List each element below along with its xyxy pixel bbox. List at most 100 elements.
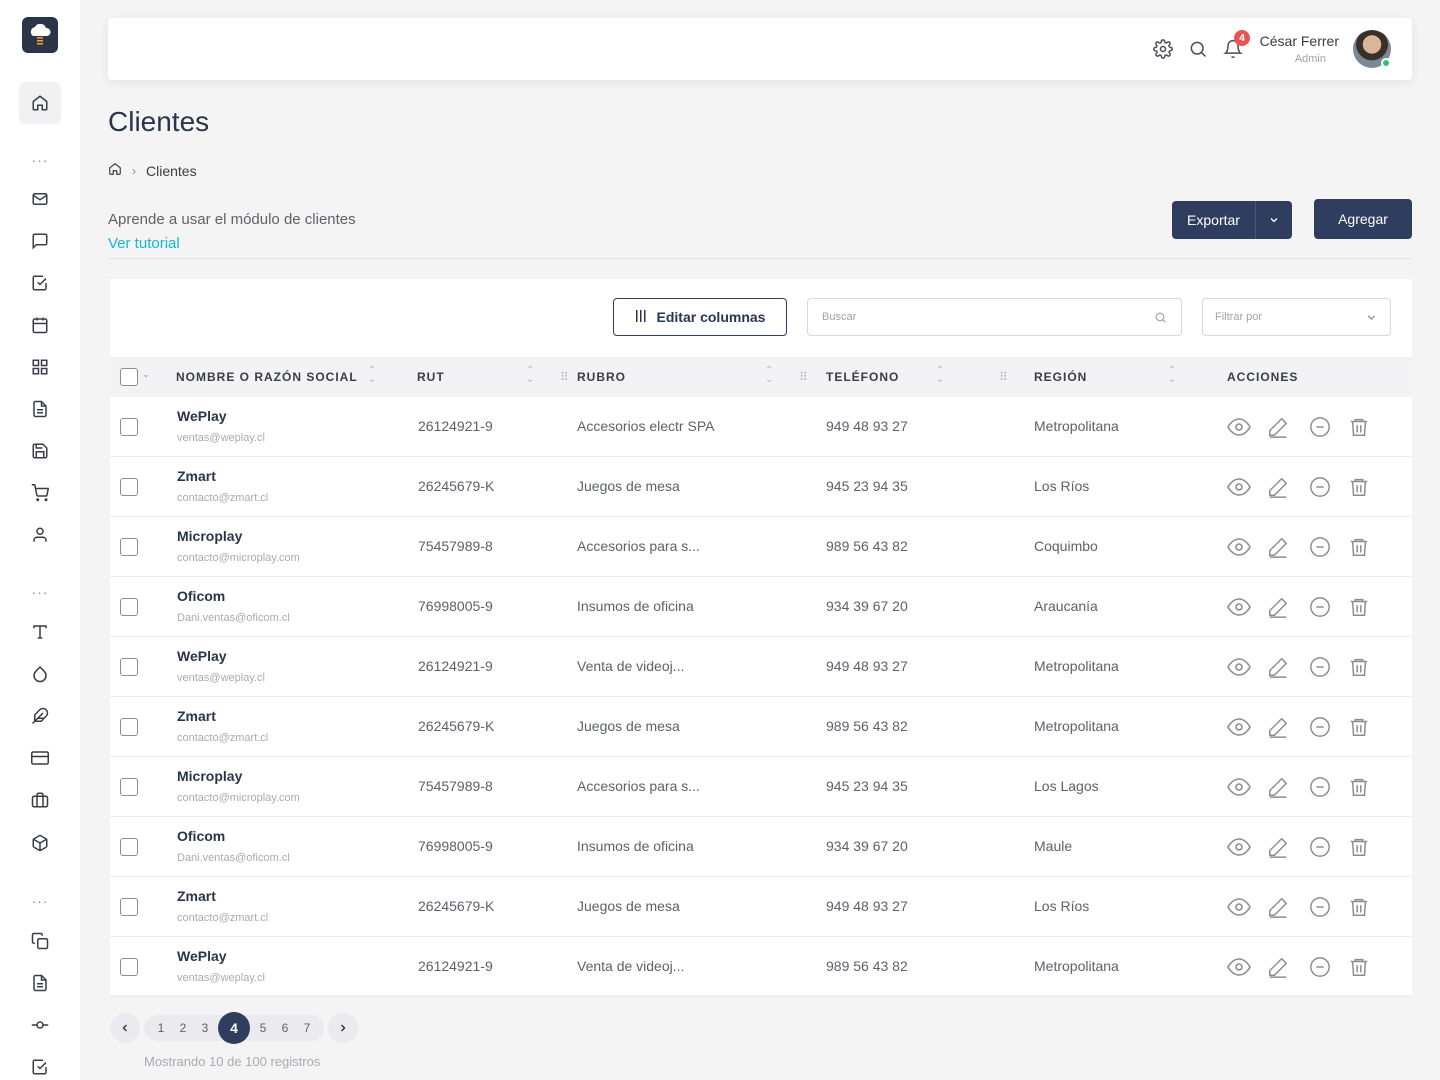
add-button[interactable]: Agregar xyxy=(1314,199,1412,239)
minus-circle-icon[interactable] xyxy=(1307,534,1333,560)
trash-icon[interactable] xyxy=(1346,534,1372,560)
checkbox-icon[interactable] xyxy=(28,271,52,295)
minus-circle-icon[interactable] xyxy=(1307,714,1333,740)
edit-icon[interactable] xyxy=(1265,894,1291,920)
check-square-icon[interactable] xyxy=(28,1055,52,1079)
save-icon[interactable] xyxy=(28,439,52,463)
page-2-button[interactable]: 2 xyxy=(172,1021,194,1035)
eye-icon[interactable] xyxy=(1226,774,1252,800)
app-logo[interactable] xyxy=(22,17,58,53)
page-1-button[interactable]: 1 xyxy=(150,1021,172,1035)
trash-icon[interactable] xyxy=(1346,954,1372,980)
edit-icon[interactable] xyxy=(1265,654,1291,680)
client-name[interactable]: Microplay xyxy=(177,528,242,544)
sort-icon[interactable]: ⌃ ⌄ xyxy=(1168,366,1176,385)
table-row[interactable]: Zmart contacto@zmart.cl 26245679-K Juegos d… xyxy=(110,877,1412,937)
user-name[interactable]: César Ferrer xyxy=(1260,33,1339,49)
droplet-icon[interactable] xyxy=(28,662,52,686)
row-checkbox[interactable] xyxy=(120,838,138,856)
credit-card-icon[interactable] xyxy=(28,746,52,770)
box-icon[interactable] xyxy=(28,831,52,855)
select-all-checkbox[interactable] xyxy=(120,368,138,386)
edit-icon[interactable] xyxy=(1265,834,1291,860)
eye-icon[interactable] xyxy=(1226,714,1252,740)
row-checkbox[interactable] xyxy=(120,778,138,796)
eye-icon[interactable] xyxy=(1226,414,1252,440)
minus-circle-icon[interactable] xyxy=(1307,594,1333,620)
document-icon[interactable] xyxy=(28,397,52,421)
edit-icon[interactable] xyxy=(1265,714,1291,740)
minus-circle-icon[interactable] xyxy=(1307,654,1333,680)
search-input[interactable]: Buscar xyxy=(807,298,1182,336)
page-7-button[interactable]: 7 xyxy=(296,1021,318,1035)
sort-icon[interactable]: ⌃ ⌄ xyxy=(368,366,376,385)
git-commit-icon[interactable] xyxy=(28,1013,52,1037)
table-row[interactable]: Oficom Dani.ventas@oficom.cl 76998005-9 Ins… xyxy=(110,817,1412,877)
tutorial-link[interactable]: Ver tutorial xyxy=(108,235,180,252)
mail-icon[interactable] xyxy=(28,187,52,211)
calendar-icon[interactable] xyxy=(28,313,52,337)
sort-icon[interactable]: ⌃ ⌄ xyxy=(936,366,944,385)
trash-icon[interactable] xyxy=(1346,774,1372,800)
row-checkbox[interactable] xyxy=(120,718,138,736)
trash-icon[interactable] xyxy=(1346,654,1372,680)
table-row[interactable]: Oficom Dani.ventas@oficom.cl 76998005-9 Ins… xyxy=(110,577,1412,637)
next-page-button[interactable] xyxy=(328,1013,358,1043)
sort-icon[interactable]: ⌃ ⌄ xyxy=(526,366,534,385)
trash-icon[interactable] xyxy=(1346,714,1372,740)
search-icon[interactable] xyxy=(1186,37,1210,61)
column-header-rut[interactable]: RUT xyxy=(417,370,445,384)
client-name[interactable]: Microplay xyxy=(177,768,242,784)
user-icon[interactable] xyxy=(28,523,52,547)
table-row[interactable]: Microplay contacto@microplay.com 75457989-… xyxy=(110,757,1412,817)
eye-icon[interactable] xyxy=(1226,654,1252,680)
eye-icon[interactable] xyxy=(1226,894,1252,920)
row-checkbox[interactable] xyxy=(120,418,138,436)
drag-handle-icon[interactable]: ⠿ xyxy=(799,370,808,384)
row-checkbox[interactable] xyxy=(120,538,138,556)
briefcase-icon[interactable] xyxy=(28,788,52,812)
client-name[interactable]: Oficom xyxy=(177,828,225,844)
row-checkbox[interactable] xyxy=(120,958,138,976)
eye-icon[interactable] xyxy=(1226,474,1252,500)
trash-icon[interactable] xyxy=(1346,834,1372,860)
chat-icon[interactable] xyxy=(28,229,52,253)
edit-icon[interactable] xyxy=(1265,774,1291,800)
trash-icon[interactable] xyxy=(1346,594,1372,620)
cart-icon[interactable] xyxy=(28,481,52,505)
table-row[interactable]: WePlay ventas@weplay.cl 26124921-9 Venta de… xyxy=(110,637,1412,697)
edit-icon[interactable] xyxy=(1265,414,1291,440)
table-row[interactable]: WePlay ventas@weplay.cl 26124921-9 Venta de… xyxy=(110,937,1412,997)
table-row[interactable]: Zmart contacto@zmart.cl 26245679-K Juegos d… xyxy=(110,457,1412,517)
client-name[interactable]: WePlay xyxy=(177,948,227,964)
trash-icon[interactable] xyxy=(1346,414,1372,440)
client-name[interactable]: WePlay xyxy=(177,648,227,664)
client-name[interactable]: Oficom xyxy=(177,588,225,604)
column-header-region[interactable]: REGIÓN xyxy=(1034,370,1087,384)
client-name[interactable]: Zmart xyxy=(177,708,216,724)
prev-page-button[interactable] xyxy=(110,1013,140,1043)
edit-icon[interactable] xyxy=(1265,534,1291,560)
minus-circle-icon[interactable] xyxy=(1307,954,1333,980)
sort-icon[interactable]: ⌃ ⌄ xyxy=(765,366,773,385)
eye-icon[interactable] xyxy=(1226,954,1252,980)
row-checkbox[interactable] xyxy=(120,898,138,916)
table-row[interactable]: WePlay ventas@weplay.cl 26124921-9 Accesori… xyxy=(110,397,1412,457)
page-4-button-current[interactable]: 4 xyxy=(218,1012,250,1044)
minus-circle-icon[interactable] xyxy=(1307,414,1333,440)
home-icon[interactable] xyxy=(108,162,122,179)
minus-circle-icon[interactable] xyxy=(1307,894,1333,920)
edit-icon[interactable] xyxy=(1265,474,1291,500)
type-icon[interactable] xyxy=(28,620,52,644)
row-checkbox[interactable] xyxy=(120,658,138,676)
client-name[interactable]: WePlay xyxy=(177,408,227,424)
row-checkbox[interactable] xyxy=(120,478,138,496)
export-button[interactable]: Exportar xyxy=(1172,201,1292,239)
eye-icon[interactable] xyxy=(1226,834,1252,860)
feather-icon[interactable] xyxy=(28,704,52,728)
copy-icon[interactable] xyxy=(28,929,52,953)
trash-icon[interactable] xyxy=(1346,894,1372,920)
settings-icon[interactable] xyxy=(1151,37,1175,61)
column-header-rubro[interactable]: RUBRO xyxy=(577,370,626,384)
edit-columns-button[interactable]: Editar columnas xyxy=(613,298,787,336)
